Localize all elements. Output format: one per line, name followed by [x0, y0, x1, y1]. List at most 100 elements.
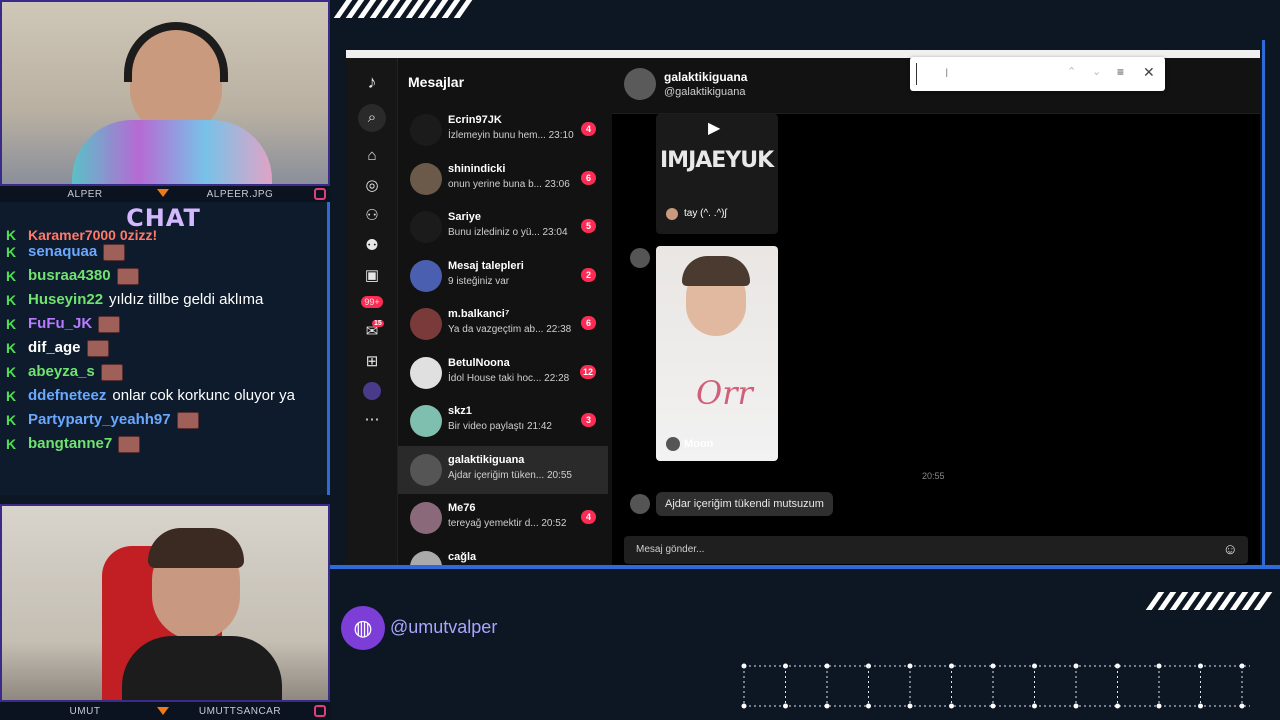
cam-name-left: UMUT	[69, 705, 101, 717]
conversation-preview: İdol House taki hoc... 22:28	[448, 373, 569, 384]
conversation-item[interactable]: galaktikiguana Ajdar içeriğim tüken... 20…	[398, 445, 608, 494]
globe-icon: ◍	[341, 606, 385, 650]
kick-icon: K	[6, 364, 17, 380]
conversation-item[interactable]: shinindicki onun yerine buna b... 23:06 6	[398, 155, 608, 203]
conversation-avatar	[410, 162, 442, 195]
conversation-avatar	[410, 259, 442, 292]
conversation-preview: Ajdar içeriğim tüken... 20:55	[448, 470, 572, 481]
kick-icon: K	[6, 316, 17, 332]
search-icon[interactable]: ⌕	[358, 104, 386, 132]
conversation-avatar	[410, 211, 442, 243]
streamer-shirt-bottom	[122, 636, 282, 700]
conversation-avatar	[410, 308, 442, 340]
triangle-icon	[157, 189, 169, 197]
kick-icon: K	[6, 268, 17, 284]
close-icon[interactable]: ✕	[1143, 64, 1155, 81]
friends-icon[interactable]: ⚉	[362, 236, 382, 256]
chevron-down-icon[interactable]: ⌄	[1092, 65, 1101, 78]
more-icon[interactable]: ⋯	[362, 410, 382, 430]
conversation-item[interactable]: cağla	[398, 543, 608, 565]
notifications-icon[interactable]: 99+	[361, 296, 383, 308]
find-input[interactable]	[916, 63, 1066, 85]
emote-icon	[116, 267, 139, 285]
conversation-preview: 9 isteğiniz var	[448, 276, 509, 287]
chat-message: Kddefneteez onlar cok korkunc oluyor ya	[6, 384, 321, 408]
message-input[interactable]: Mesaj gönder... ☺	[624, 536, 1248, 564]
webcam-top	[0, 0, 330, 186]
live-icon[interactable]: ▣	[362, 266, 382, 286]
emoji-icon[interactable]: ☺	[1223, 541, 1238, 558]
chat-message: Kabeyza_s	[6, 360, 321, 384]
conversation-item[interactable]: Mesaj talepleri 9 isteğiniz var 2	[398, 252, 608, 300]
explore-icon[interactable]: ◎	[362, 176, 382, 196]
header-avatar[interactable]	[624, 68, 656, 100]
chat-main: galaktikiguana @galaktikiguana IMJAEYUK …	[612, 58, 1260, 565]
unread-badge: 3	[581, 413, 596, 427]
preview-text: 9 isteğiniz var	[448, 275, 510, 287]
chevron-up-icon[interactable]: ⌃	[1067, 65, 1076, 78]
chat-message: Kbangtanne7	[6, 432, 321, 456]
chat-username: Partyparty_yeahh97	[28, 411, 171, 428]
card-author-avatar	[666, 208, 678, 220]
decorative-stripes-top	[333, 0, 473, 18]
card-author: Moon	[684, 438, 714, 450]
preview-time: 22:38	[546, 324, 572, 335]
cam-label-top: ALPER ALPEER.JPG	[0, 186, 330, 202]
conversation-avatar	[410, 356, 442, 389]
conversation-item[interactable]: skz1 Bir video paylaştı 21:42 3	[398, 397, 608, 445]
card-author: tay (^. .^)ʃ	[684, 208, 727, 219]
conversation-name: Ecrin97JK	[448, 114, 502, 126]
streamer-shirt-top	[72, 120, 272, 184]
input-placeholder: Mesaj gönder...	[636, 544, 705, 555]
conversation-item[interactable]: Sariye Bunu izlediniz o yü... 23:04 5	[398, 203, 608, 251]
tiktok-logo-icon[interactable]: ♪	[362, 72, 382, 92]
emote-icon	[103, 243, 126, 261]
conversation-avatar	[410, 405, 442, 437]
chat-username: senaquaa	[28, 243, 98, 260]
instagram-icon	[314, 188, 326, 200]
upload-icon[interactable]: ⊞	[362, 352, 382, 372]
conversation-name: Me76	[448, 502, 476, 514]
conversation-item[interactable]: m.balkanci⁷ Ya da vazgeçtim ab... 22:38 6	[398, 300, 608, 348]
conversation-avatar	[410, 114, 442, 146]
video-banner-text: IMJAEYUK	[660, 148, 774, 173]
conversation-preview: Ya da vazgeçtim ab... 22:38	[448, 324, 571, 335]
conversation-name: skz1	[448, 405, 472, 417]
conversation-item[interactable]: Ecrin97JK İzlemeyin bunu hem... 23:10 4	[398, 106, 608, 154]
chat-message: K Huseyin22 yıldız tillbe geldi aklıma	[6, 288, 321, 312]
home-icon[interactable]: ⌂	[362, 146, 382, 166]
video-overlay-text: Orr	[696, 374, 753, 412]
video-card[interactable]: IMJAEYUK ▶ tay (^. .^)ʃ	[656, 114, 778, 234]
emote-icon	[98, 315, 121, 333]
unread-badge: 12	[579, 364, 596, 379]
cam-label-bottom: UMUT UMUTTSANCAR	[0, 702, 330, 720]
chat-username: FuFu_JK	[28, 315, 93, 332]
filter-icon[interactable]: ≡	[1117, 65, 1124, 79]
profile-avatar[interactable]	[363, 382, 381, 400]
video-card[interactable]: Orr Moon	[656, 246, 778, 461]
conversation-name: Sariye	[448, 211, 482, 223]
conversation-preview: onun yerine buna b... 23:06	[448, 179, 570, 190]
message-timestamp: 20:55	[922, 471, 945, 481]
instagram-icon	[314, 705, 326, 717]
decorative-stripes-right	[1145, 592, 1273, 610]
play-icon: ▶	[708, 120, 721, 137]
unread-badge: 4	[581, 122, 596, 136]
message-bubble: Ajdar içeriğim tükendi mutsuzum	[656, 492, 833, 516]
chat-username: Karamer7000 0zjzz!	[28, 230, 158, 240]
conversation-item[interactable]: BetulNoona İdol House taki hoc... 22:28 12	[398, 349, 608, 397]
conversation-avatar	[410, 550, 442, 565]
cam-name-left: ALPER	[67, 188, 103, 200]
conversation-preview: tereyağ yemektir d... 20:52	[448, 518, 566, 529]
frame-line-right	[1262, 40, 1265, 565]
following-icon[interactable]: ⚇	[362, 206, 382, 226]
conversation-item[interactable]: Me76 tereyağ yemektir d... 20:52 4	[398, 494, 608, 542]
preview-time: 20:55	[546, 469, 572, 481]
conversation-preview: Bunu izlediniz o yü... 23:04	[448, 227, 568, 238]
frame-line	[330, 565, 1280, 569]
messages-badge: 15	[372, 320, 384, 327]
emote-icon	[176, 411, 199, 429]
card-author-avatar	[666, 437, 680, 451]
emote-icon	[100, 363, 123, 381]
header-name[interactable]: galaktikiguana	[664, 70, 747, 84]
